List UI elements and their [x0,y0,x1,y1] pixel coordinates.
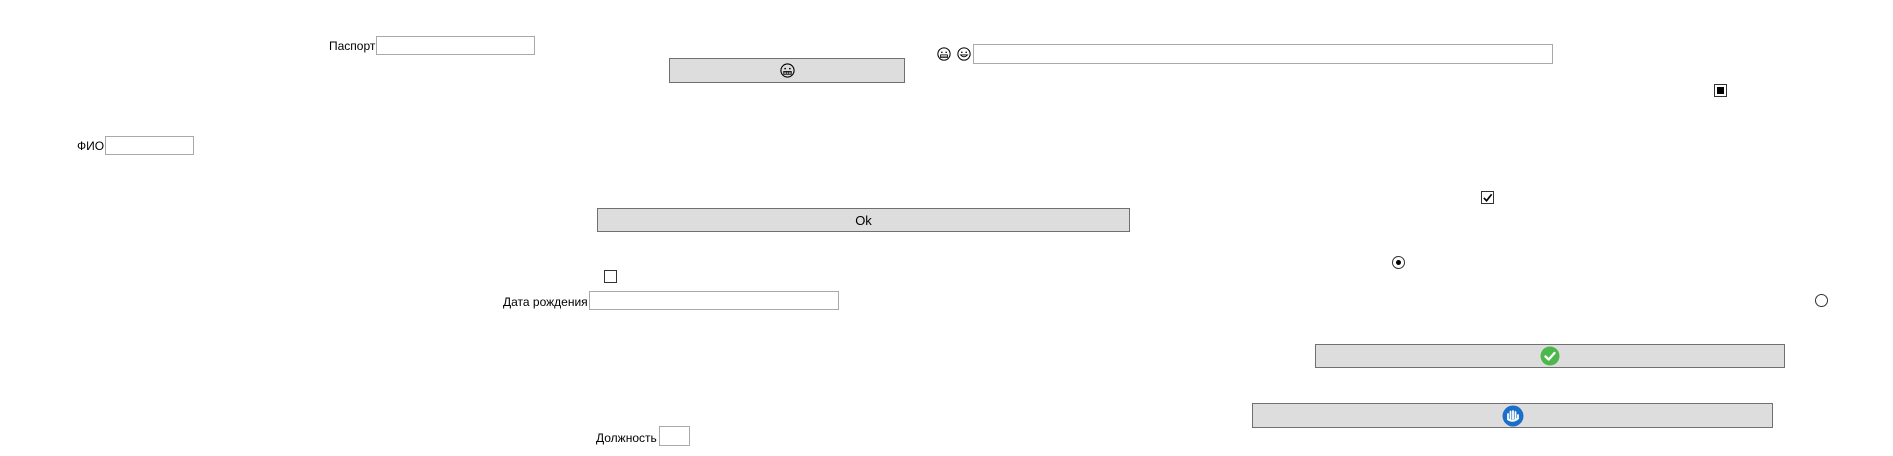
radio-button-unselected[interactable] [1815,294,1828,307]
top-text-input[interactable] [973,44,1553,64]
grimacing-face-icon [937,47,951,61]
passport-label: Паспорт [329,39,376,53]
emoji-button[interactable] [669,58,905,83]
ok-button[interactable]: Ok [597,208,1130,232]
radio-button-selected[interactable] [1392,256,1405,269]
position-input[interactable] [659,426,690,446]
grimacing-face-icon [779,63,795,78]
confirm-button[interactable] [1315,344,1785,368]
green-check-circle-icon [1540,346,1560,366]
fio-label: ФИО [77,139,105,153]
empty-checkbox[interactable] [604,270,617,283]
tick-checkbox[interactable] [1481,191,1494,204]
stop-button[interactable] [1252,403,1773,428]
birthdate-label: Дата рождения [503,295,588,309]
checkmark-icon [1483,193,1493,202]
position-label: Должность [596,431,657,445]
checkbox-fill-mark [1717,87,1724,94]
square-checkbox[interactable] [1714,84,1727,97]
fio-input[interactable] [105,136,194,155]
passport-input[interactable] [376,36,535,55]
birthdate-input[interactable] [589,291,839,310]
grinning-face-icon [957,47,971,61]
blue-hand-circle-icon [1502,405,1523,426]
radio-dot [1396,260,1401,265]
